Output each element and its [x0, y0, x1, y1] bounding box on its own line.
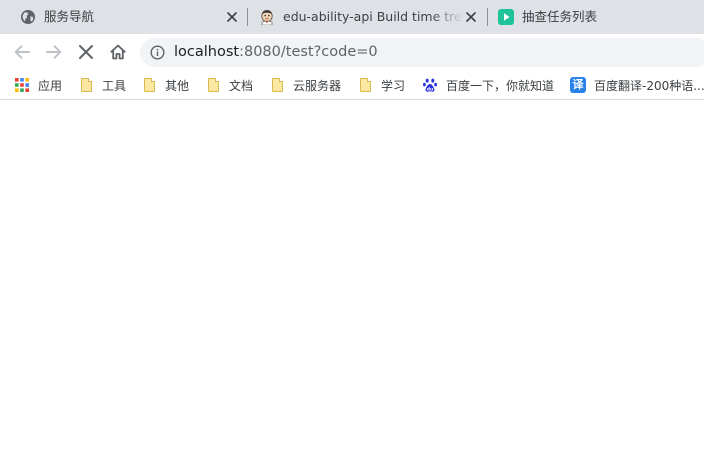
tab-title: 服务导航: [44, 9, 95, 24]
bookmark-label: 应用: [38, 78, 63, 93]
close-icon: [79, 45, 93, 59]
bookmark-folder-other[interactable]: 其他: [141, 70, 189, 100]
arrow-left-icon: [14, 45, 30, 59]
stop-loading-button[interactable]: [74, 40, 98, 64]
play-icon: [498, 9, 514, 25]
bookmark-folder-study[interactable]: 学习: [357, 70, 405, 100]
bookmark-folder-tools[interactable]: 工具: [78, 70, 126, 100]
folder-icon: [357, 77, 373, 93]
folder-icon: [269, 77, 285, 93]
url-host: localhost: [174, 44, 240, 60]
bookmarks-bar: 应用 工具 其他 文档 云服务器 学习 du 百度一下，你就知道 译 百度翻译-…: [0, 70, 704, 100]
bookmark-label: 百度一下，你就知道: [446, 78, 555, 93]
tab-service-nav[interactable]: 服务导航: [0, 0, 245, 34]
folder-icon: [78, 77, 94, 93]
home-icon: [110, 44, 126, 60]
home-button[interactable]: [106, 40, 130, 64]
tab-separator: [247, 8, 248, 26]
folder-icon: [205, 77, 221, 93]
translate-icon: 译: [570, 77, 586, 93]
tab-strip: 服务导航 edu-ability-api Build time trend 抽查…: [0, 0, 704, 34]
forward-button[interactable]: [42, 40, 66, 64]
tab-title: edu-ability-api Build time trend: [283, 9, 463, 24]
url-path: :8080/test?code=0: [239, 44, 378, 60]
bookmark-label: 其他: [165, 78, 190, 93]
baidu-paw-icon: du: [423, 78, 437, 92]
tab-spot-check-list[interactable]: 抽查任务列表: [489, 0, 704, 34]
bookmark-folder-cloud-servers[interactable]: 云服务器: [269, 70, 341, 100]
page-content-area: [0, 101, 704, 449]
tab-jenkins-build[interactable]: edu-ability-api Build time trend: [249, 0, 485, 34]
close-icon: [466, 12, 476, 22]
back-button[interactable]: [10, 40, 34, 64]
bookmark-label: 百度翻译-200种语...: [594, 78, 704, 93]
folder-icon: [141, 77, 157, 93]
bookmark-folder-docs[interactable]: 文档: [205, 70, 253, 100]
jenkins-icon: [261, 10, 273, 25]
bookmark-baidu[interactable]: du 百度一下，你就知道: [422, 70, 554, 100]
arrow-right-icon: [46, 45, 62, 59]
bookmark-baidu-translate[interactable]: 译 百度翻译-200种语...: [570, 70, 704, 100]
svg-text:du: du: [427, 86, 434, 92]
url-text[interactable]: localhost:8080/test?code=0: [174, 38, 378, 67]
bookmark-apps[interactable]: 应用: [14, 70, 62, 100]
tab-close-button[interactable]: [463, 9, 479, 25]
bookmark-label: 工具: [102, 78, 127, 93]
tab-separator: [487, 8, 488, 26]
bookmark-label: 文档: [229, 78, 254, 93]
address-bar[interactable]: localhost:8080/test?code=0: [140, 38, 704, 67]
close-icon: [227, 12, 237, 22]
translate-icon-glyph: 译: [572, 78, 584, 91]
browser-toolbar: localhost:8080/test?code=0: [0, 34, 704, 70]
bookmark-label: 云服务器: [293, 78, 342, 93]
tab-close-button[interactable]: [224, 9, 240, 25]
info-icon[interactable]: [150, 45, 165, 60]
globe-icon: [21, 10, 35, 24]
bookmark-label: 学习: [381, 78, 406, 93]
apps-grid-icon: [15, 78, 29, 92]
tab-title: 抽查任务列表: [522, 9, 598, 24]
